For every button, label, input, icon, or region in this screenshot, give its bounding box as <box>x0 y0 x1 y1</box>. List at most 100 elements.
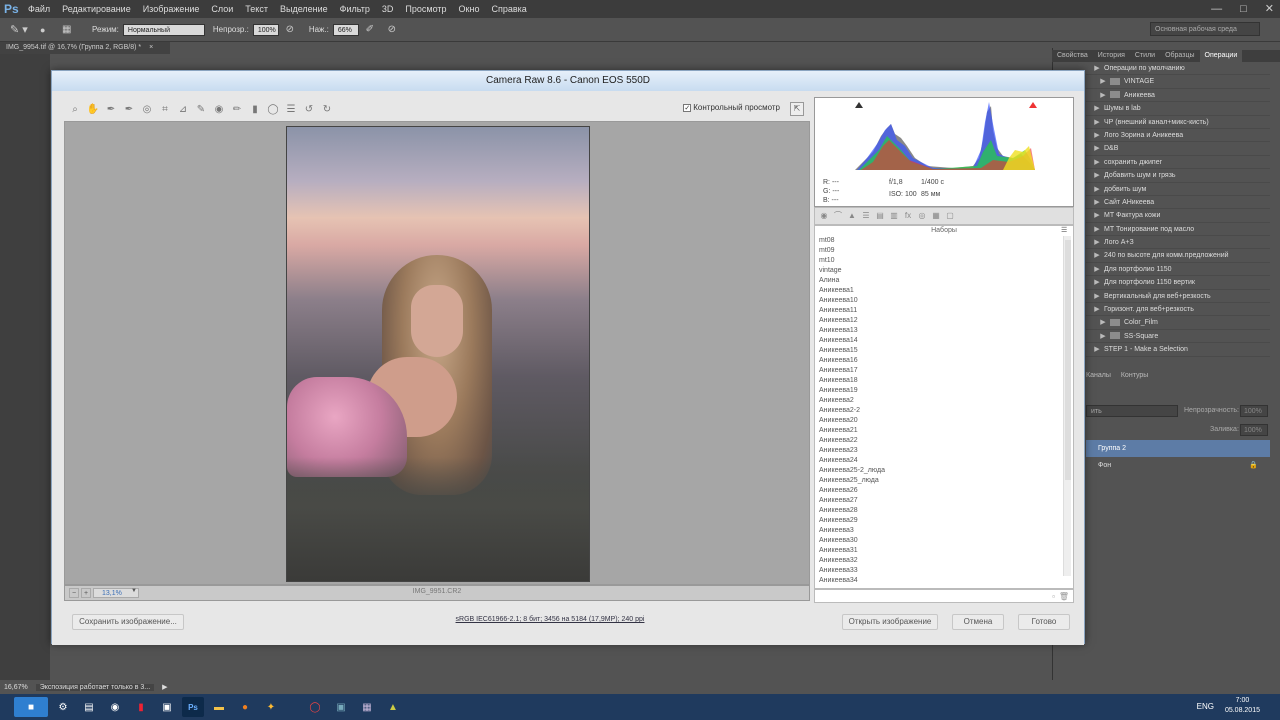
spot-removal-icon[interactable]: ✎ <box>194 103 208 117</box>
hand-tool-icon[interactable]: ✋ <box>86 103 100 117</box>
menu-edit[interactable]: Редактирование <box>56 0 137 18</box>
pdf-icon[interactable]: ▮ <box>130 697 152 717</box>
presets-tab-icon[interactable]: ▦ <box>931 211 941 221</box>
preset-item[interactable]: Аникеева25_люда <box>819 476 1059 486</box>
new-preset-icon[interactable]: ▫ <box>1052 592 1055 601</box>
pressure-opacity-icon[interactable]: ⊘ <box>279 24 301 35</box>
preset-item[interactable]: Аникеева18 <box>819 376 1059 386</box>
action-row[interactable]: ▶ Для портфолио 1150 вертик <box>1086 276 1270 290</box>
brush-tool-icon[interactable]: ✎ ▾ <box>0 23 40 36</box>
action-set-row[interactable]: ▶ VINTAGE <box>1086 75 1270 89</box>
snapshots-tab-icon[interactable]: ▢ <box>945 211 955 221</box>
preferences-icon[interactable]: ☰ <box>284 103 298 117</box>
workspace-select[interactable]: Основная рабочая среда <box>1150 22 1260 36</box>
status-zoom[interactable]: 16,67% <box>4 684 28 691</box>
preset-item[interactable]: Аникеева32 <box>819 556 1059 566</box>
expand-icon[interactable]: ▶ <box>1090 129 1104 141</box>
action-row[interactable]: ▶ D&B <box>1086 142 1270 156</box>
action-row[interactable]: ▶ STEP 1 - Make a Selection <box>1086 343 1270 357</box>
preset-item[interactable]: mt08 <box>819 236 1059 246</box>
radial-filter-icon[interactable]: ◯ <box>266 103 280 117</box>
lens-tab-icon[interactable]: ▥ <box>889 211 899 221</box>
rotate-right-icon[interactable]: ↻ <box>320 103 334 117</box>
preset-item[interactable]: Аникеева27 <box>819 496 1059 506</box>
preset-item[interactable]: Аникеева30 <box>819 536 1059 546</box>
action-row[interactable]: ▶ добвить шум <box>1086 183 1270 196</box>
preset-item[interactable]: Аникеева16 <box>819 356 1059 366</box>
detail-tab-icon[interactable]: ▲ <box>847 211 857 221</box>
chart-icon[interactable]: ▲ <box>382 697 404 717</box>
targeted-adjust-icon[interactable]: ◎ <box>140 103 154 117</box>
presets-scrollbar[interactable] <box>1063 236 1071 576</box>
red-eye-icon[interactable]: ◉ <box>212 103 226 117</box>
preset-item[interactable]: Аникеева3 <box>819 526 1059 536</box>
minimize-button[interactable]: — <box>1211 0 1222 18</box>
expand-icon[interactable]: ▶ <box>1090 169 1104 181</box>
action-row[interactable]: ▶ Шумы в lab <box>1086 102 1270 116</box>
document-tab-close-icon[interactable]: × <box>149 44 153 51</box>
expand-icon[interactable]: ▶ <box>1090 156 1104 168</box>
expand-icon[interactable]: ▶ <box>1090 343 1104 355</box>
expand-icon[interactable]: ▶ <box>1090 183 1104 195</box>
expand-icon[interactable]: ▶ <box>1096 316 1110 328</box>
airbrush-icon[interactable]: ✐ <box>359 24 381 35</box>
menu-help[interactable]: Справка <box>485 0 532 18</box>
hsl-tab-icon[interactable]: ☰ <box>861 211 871 221</box>
action-set-row[interactable]: ▶ SS-Square <box>1086 330 1270 344</box>
rotate-left-icon[interactable]: ↺ <box>302 103 316 117</box>
action-row[interactable]: ▶ Добавить шум и грязь <box>1086 169 1270 183</box>
effects-tab-icon[interactable]: fx <box>903 211 913 221</box>
window-icon[interactable]: ▣ <box>156 697 178 717</box>
preset-item[interactable]: Аникеева34 <box>819 576 1059 584</box>
action-set-row[interactable]: ▶ Color_Film <box>1086 316 1270 330</box>
pressure-size-icon[interactable]: ⊘ <box>381 24 403 35</box>
expand-icon[interactable]: ▶ <box>1096 89 1110 101</box>
preset-item[interactable]: Аникеева2 <box>819 396 1059 406</box>
save-image-button[interactable]: Сохранить изображение... <box>72 614 184 630</box>
crop-icon[interactable]: ⌗ <box>158 103 172 117</box>
show-desktop-icon[interactable]: ■ <box>14 697 48 717</box>
preset-item[interactable]: Аникеева31 <box>819 546 1059 556</box>
preset-item[interactable]: Аникеева29 <box>819 516 1059 526</box>
preset-item[interactable]: Аникеева23 <box>819 446 1059 456</box>
zoom-tool-icon[interactable]: ⌕ <box>68 103 82 117</box>
basic-tab-icon[interactable]: ◉ <box>819 211 829 221</box>
expand-icon[interactable]: ▶ <box>1090 196 1104 208</box>
color-sampler-icon[interactable]: ✒ <box>122 103 136 117</box>
tab-styles[interactable]: Стили <box>1130 50 1160 62</box>
action-row[interactable]: ▶ МТ Фактура кожи <box>1086 209 1270 223</box>
preset-item[interactable]: Аникеева12 <box>819 316 1059 326</box>
tab-paths[interactable]: Контуры <box>1121 372 1148 384</box>
preset-item[interactable]: Аникеева33 <box>819 566 1059 576</box>
preset-item[interactable]: Аникеева28 <box>819 506 1059 516</box>
preview-canvas[interactable] <box>64 121 810 585</box>
preset-item[interactable]: Аникеева11 <box>819 306 1059 316</box>
tab-channels[interactable]: Каналы <box>1086 372 1111 384</box>
split-toning-tab-icon[interactable]: ▤ <box>875 211 885 221</box>
shadow-clipping-icon[interactable] <box>855 102 863 108</box>
tab-history[interactable]: История <box>1093 50 1130 62</box>
delete-preset-icon[interactable]: 🗑 <box>1059 592 1069 601</box>
open-image-button[interactable]: Открыть изображение <box>842 614 938 630</box>
menu-image[interactable]: Изображение <box>137 0 206 18</box>
graduated-filter-icon[interactable]: ▮ <box>248 103 262 117</box>
preset-item[interactable]: Алина <box>819 276 1059 286</box>
preset-item[interactable]: Аникеева2-2 <box>819 406 1059 416</box>
expand-icon[interactable]: ▶ <box>1090 263 1104 275</box>
layers-fill-input[interactable]: 100% <box>1240 424 1268 436</box>
star-icon[interactable]: ✦ <box>260 697 282 717</box>
expand-icon[interactable]: ▶ <box>1090 236 1104 248</box>
language-indicator[interactable]: ENG <box>1197 702 1214 711</box>
menu-window[interactable]: Окно <box>453 0 486 18</box>
brush-panel-icon[interactable]: ▦ <box>62 24 84 35</box>
preset-item[interactable]: Аникеева13 <box>819 326 1059 336</box>
tone-curve-tab-icon[interactable]: ⌒ <box>833 211 843 221</box>
done-button[interactable]: Готово <box>1018 614 1070 630</box>
document-tab[interactable]: IMG_9954.tif @ 16,7% (Группа 2, RGB/8) *… <box>0 42 170 54</box>
status-arrow-icon[interactable]: ▶ <box>162 683 167 691</box>
menu-layers[interactable]: Слои <box>205 0 239 18</box>
menu-type[interactable]: Текст <box>239 0 274 18</box>
ps-window-icon[interactable]: ▣ <box>330 697 352 717</box>
straighten-icon[interactable]: ⊿ <box>176 103 190 117</box>
menu-3d[interactable]: 3D <box>376 0 400 18</box>
